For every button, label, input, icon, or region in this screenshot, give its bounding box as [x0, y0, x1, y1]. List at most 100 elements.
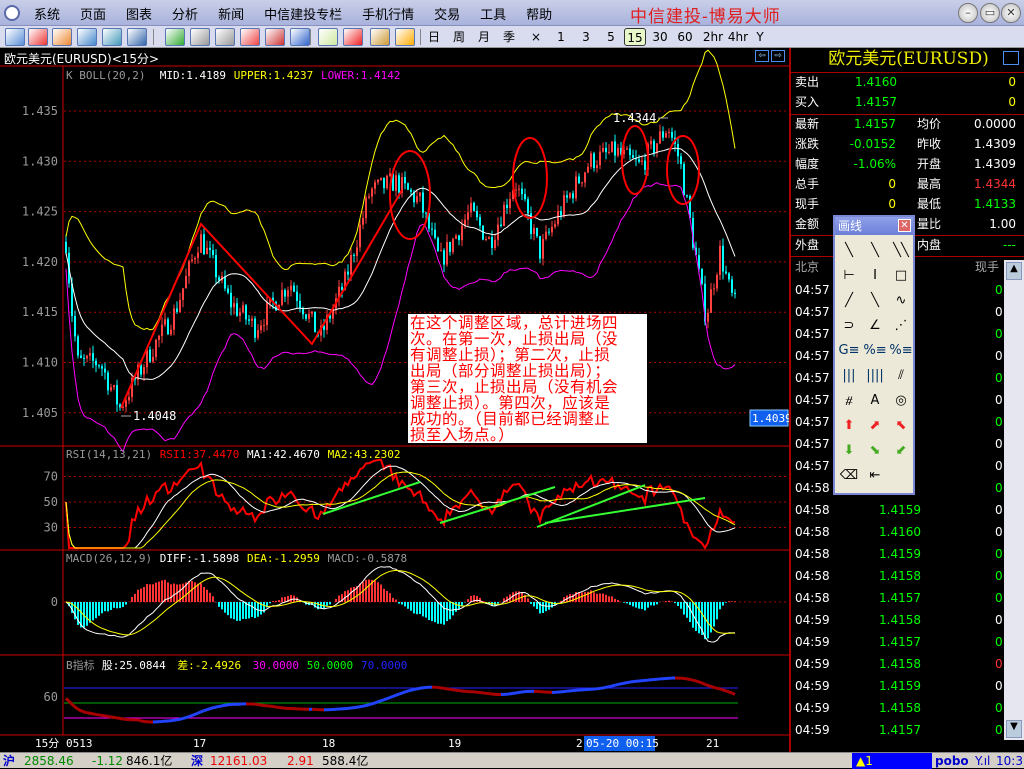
- maximize-panel-icon[interactable]: [1003, 51, 1019, 65]
- quote-label: 开盘: [917, 154, 941, 174]
- draw-tool-4-icon[interactable]: I: [862, 263, 888, 288]
- indicator-legend: RSI1:37.4470: [160, 448, 239, 461]
- b-indicator-segment: [201, 711, 204, 712]
- draw-tool-8-icon[interactable]: ∿: [888, 288, 914, 313]
- candle-body: [476, 211, 478, 217]
- quote-label: 总手: [795, 174, 819, 194]
- tick-volume: 0: [995, 478, 1003, 498]
- draw-tool-20-icon[interactable]: ◎: [888, 388, 914, 413]
- palette-header[interactable]: 画线✕: [835, 217, 913, 235]
- candle-body: [374, 182, 376, 188]
- candle-body: [263, 325, 265, 326]
- draw-tool-24-icon[interactable]: ⬇: [836, 438, 862, 463]
- candle-body: [347, 272, 349, 275]
- draw-tool-26-icon[interactable]: ⬋: [888, 438, 914, 463]
- candle-body: [230, 293, 232, 308]
- candle-body: [308, 314, 310, 319]
- draw-tool-22-icon[interactable]: ⬈: [862, 413, 888, 438]
- tick-time: 04:59: [795, 720, 830, 740]
- indicator-legend: MID:1.4189: [160, 69, 226, 82]
- candle-body: [242, 305, 244, 312]
- draw-tool-11-icon[interactable]: ⋰: [888, 313, 914, 338]
- palette-close-icon[interactable]: ✕: [898, 219, 911, 232]
- tick-volume: 0: [995, 698, 1003, 718]
- candle-body: [626, 149, 628, 150]
- scroll-left-arrow-icon[interactable]: ⇦: [755, 50, 769, 62]
- quote-label: 昨收: [917, 134, 941, 154]
- draw-tool-19-icon[interactable]: A: [862, 388, 888, 413]
- restore-button[interactable]: ▭: [980, 3, 1000, 23]
- chart-title: 欧元美元(EURUSD)<15分>: [4, 50, 159, 67]
- candle-body: [407, 183, 409, 189]
- time-axis-label: 19: [448, 737, 461, 750]
- tick-price: 1.4158: [879, 654, 921, 674]
- draw-tool-28-icon[interactable]: ⇤: [862, 463, 888, 488]
- chart-canvas[interactable]: 1.4351.4301.4251.4201.4151.4101.40570503…: [0, 0, 790, 752]
- draw-tool-7-icon[interactable]: ╲: [862, 288, 888, 313]
- b-indicator-segment: [612, 685, 615, 686]
- b-indicator-segment: [90, 713, 93, 714]
- indicator-legend: 50.0000: [307, 659, 353, 672]
- b-indicator-segment: [720, 689, 723, 690]
- candle-body: [125, 400, 127, 407]
- b-indicator-segment: [606, 687, 609, 688]
- draw-tool-1-icon[interactable]: ╲: [862, 238, 888, 263]
- draw-tool-25-icon[interactable]: ⬊: [862, 438, 888, 463]
- minimize-button[interactable]: –: [958, 3, 978, 23]
- draw-tool-10-icon[interactable]: ∠: [862, 313, 888, 338]
- b-indicator-segment: [603, 687, 606, 688]
- b-indicator-segment: [363, 705, 366, 706]
- candle-body: [584, 172, 586, 182]
- b-indicator-segment: [399, 693, 402, 694]
- rsi-trend-line: [537, 485, 645, 527]
- candle-body: [260, 325, 262, 330]
- draw-tool-9-icon[interactable]: ⊃: [836, 313, 862, 338]
- draw-tool-16-icon[interactable]: ||||: [862, 363, 888, 388]
- candle-body: [404, 177, 406, 183]
- candle-body: [152, 357, 154, 362]
- boll-upper-line: [66, 50, 735, 330]
- draw-tool-27-icon[interactable]: ⌫: [836, 463, 862, 488]
- scroll-up-icon[interactable]: ▲: [1006, 262, 1022, 280]
- draw-tool-12-icon[interactable]: G≡: [836, 338, 862, 363]
- rsi-tick-label: 50: [44, 495, 58, 509]
- tick-list-scrollbar[interactable]: ▲ ▼: [1004, 260, 1024, 740]
- candle-body: [173, 308, 175, 329]
- candle-body: [500, 225, 502, 226]
- draw-tool-23-icon[interactable]: ⬉: [888, 413, 914, 438]
- draw-tool-18-icon[interactable]: ⧣: [836, 388, 862, 413]
- draw-tool-14-icon[interactable]: %≡: [888, 338, 914, 363]
- close-button[interactable]: ✕: [1001, 3, 1021, 23]
- b-indicator-segment: [411, 690, 414, 691]
- tick-volume: 0: [995, 588, 1003, 608]
- candle-body: [461, 226, 463, 240]
- candle-body: [188, 261, 190, 276]
- tick-time: 04:58: [795, 544, 830, 564]
- candle-body: [731, 279, 733, 292]
- alert-indicator[interactable]: ▲1: [852, 753, 932, 769]
- annotation-note[interactable]: 在这个调整区域，总计进场四次。在第一次，止损出局（没有调整止损）；第二次，止损出…: [408, 314, 647, 443]
- candle-body: [707, 313, 709, 322]
- draw-tool-21-icon[interactable]: ⬆: [836, 413, 862, 438]
- candle-body: [629, 149, 631, 156]
- candle-body: [266, 303, 268, 325]
- draw-tool-3-icon[interactable]: ⊢: [836, 263, 862, 288]
- draw-tool-13-icon[interactable]: %≡: [862, 338, 888, 363]
- scroll-down-icon[interactable]: ▼: [1006, 720, 1022, 738]
- b-indicator-segment: [84, 712, 87, 713]
- scroll-right-arrow-icon[interactable]: ⇨: [771, 50, 785, 62]
- b-indicator-segment: [387, 697, 390, 698]
- candle-body: [668, 132, 670, 133]
- macd-diff-line: [66, 567, 735, 642]
- draw-tool-6-icon[interactable]: ╱: [836, 288, 862, 313]
- candle-body: [209, 248, 211, 250]
- draw-tool-17-icon[interactable]: ⫽: [888, 363, 914, 388]
- draw-tool-5-icon[interactable]: □: [888, 263, 914, 288]
- draw-tool-0-icon[interactable]: ╲: [836, 238, 862, 263]
- b-indicator-segment: [375, 702, 378, 703]
- b-indicator-segment: [699, 682, 702, 683]
- draw-tool-2-icon[interactable]: ╲╲: [888, 238, 914, 263]
- high-price-label: 1.4344: [613, 111, 656, 125]
- candle-body: [434, 230, 436, 238]
- draw-tool-15-icon[interactable]: |||: [836, 363, 862, 388]
